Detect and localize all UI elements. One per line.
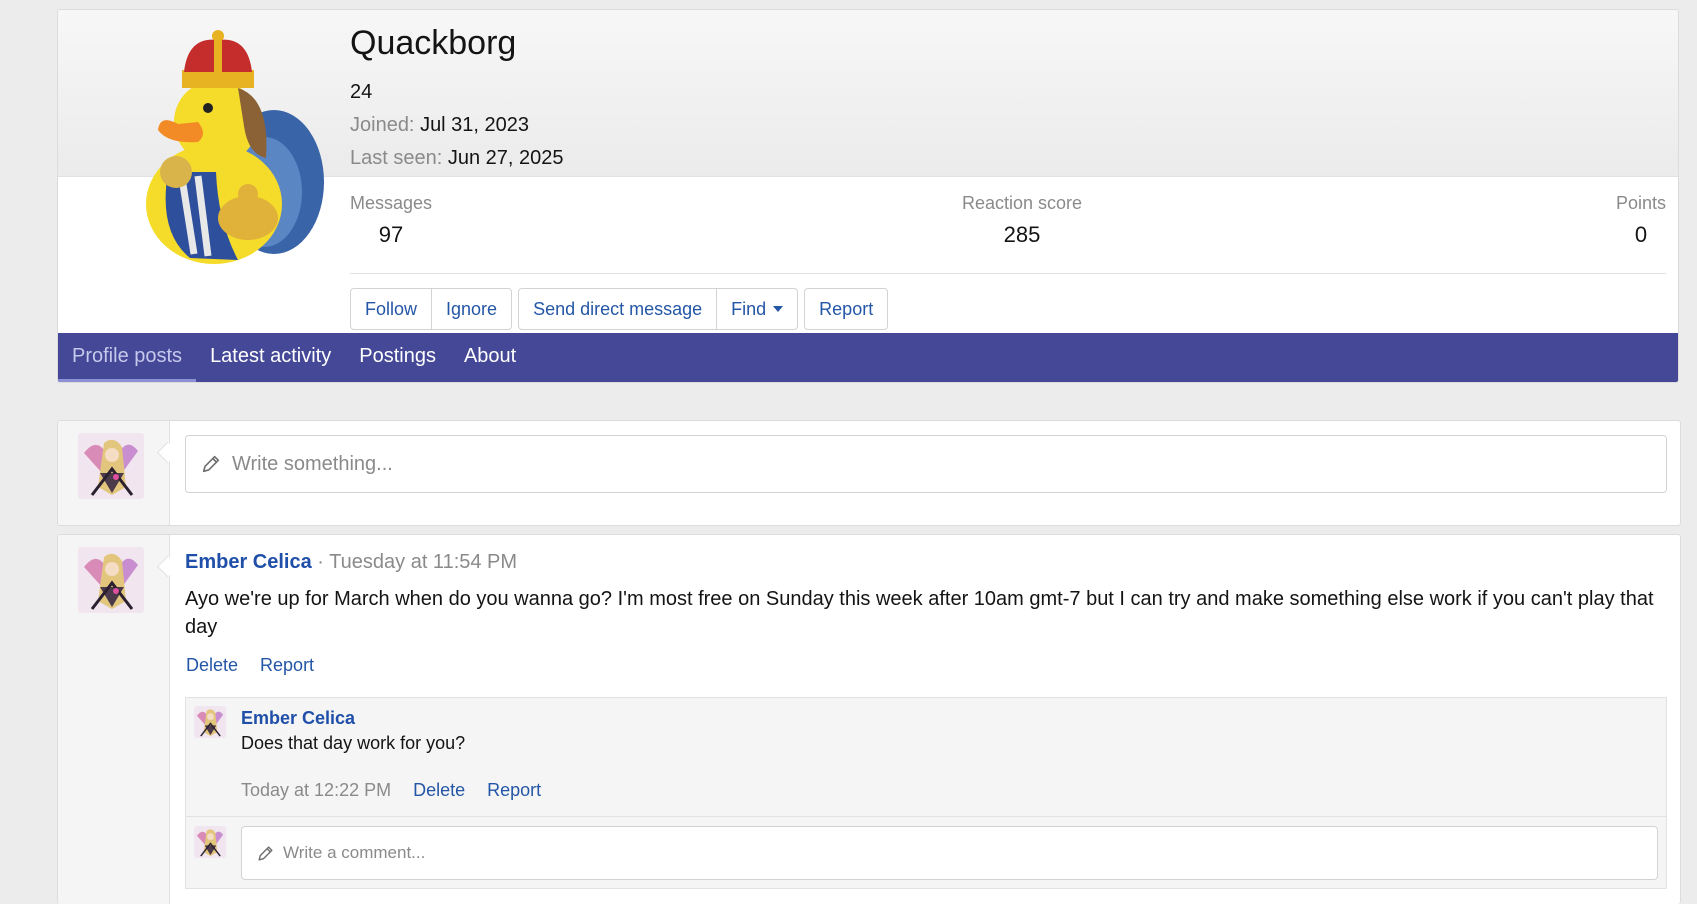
stat-reaction-value: 285	[1003, 222, 1041, 247]
profile-tabs: Profile posts Latest activity Postings A…	[58, 333, 1678, 382]
profile-header: Quackborg 24 Joined: Jul 31, 2023 Last s…	[57, 9, 1679, 383]
post-body: Ember Celica · Tuesday at 11:54 PM Ayo w…	[185, 547, 1667, 676]
comment-item: Ember Celica Does that day work for you?…	[186, 698, 1666, 817]
user-avatar-icon	[78, 433, 144, 499]
write-something-placeholder: Write something...	[232, 452, 393, 475]
profile-username: Quackborg	[350, 24, 517, 62]
joined-value: Jul 31, 2023	[420, 114, 530, 136]
stat-messages[interactable]: Messages 97	[350, 193, 432, 248]
comment-timestamp[interactable]: Today at 12:22 PM	[241, 780, 391, 801]
tab-about[interactable]: About	[450, 333, 530, 382]
profile-joined: Joined: Jul 31, 2023	[350, 114, 529, 137]
pencil-icon	[258, 845, 273, 861]
tab-postings[interactable]: Postings	[345, 333, 450, 382]
post-header: Ember Celica · Tuesday at 11:54 PM	[185, 547, 1667, 577]
tab-latest-activity[interactable]: Latest activity	[196, 333, 345, 382]
stat-reaction-label: Reaction score	[962, 193, 1083, 213]
comment-author-link[interactable]: Ember Celica	[241, 708, 355, 729]
post-delete-link[interactable]: Delete	[186, 655, 238, 676]
write-comment-input[interactable]: Write a comment...	[241, 826, 1658, 880]
post-report-link[interactable]: Report	[260, 655, 314, 676]
comment-delete-link[interactable]: Delete	[413, 780, 465, 801]
profile-actions: Follow Ignore Send direct message Find R…	[350, 288, 889, 330]
follow-ignore-group: Follow Ignore	[350, 288, 513, 330]
page: Quackborg 24 Joined: Jul 31, 2023 Last s…	[57, 9, 1681, 904]
ignore-button[interactable]: Ignore	[432, 289, 511, 329]
follow-button[interactable]: Follow	[351, 289, 433, 329]
message-find-group: Send direct message Find	[518, 288, 799, 330]
user-avatar-icon	[78, 547, 144, 613]
post-author-link[interactable]: Ember Celica	[185, 551, 312, 573]
post-timestamp[interactable]: Tuesday at 11:54 PM	[329, 551, 517, 573]
profile-last-seen: Last seen: Jun 27, 2025	[350, 147, 564, 170]
profile-user-title: 24	[350, 81, 373, 103]
user-avatar-icon	[194, 706, 226, 738]
report-profile-button[interactable]: Report	[805, 289, 887, 329]
comment-text: Does that day work for you?	[241, 733, 466, 753]
stat-points-value: 0	[1634, 222, 1648, 247]
pencil-icon	[202, 455, 220, 473]
post-text: Ayo we're up for March when do you wanna…	[185, 588, 1654, 638]
post-author-avatar[interactable]	[78, 547, 144, 613]
send-direct-message-button[interactable]: Send direct message	[519, 289, 718, 329]
post-separator: ·	[317, 551, 324, 573]
last-seen-value: Jun 27, 2025	[447, 147, 564, 169]
profile-post: Ember Celica · Tuesday at 11:54 PM Ayo w…	[57, 534, 1681, 904]
profile-post-composer: Write something...	[57, 420, 1681, 526]
last-seen-label: Last seen:	[350, 147, 443, 169]
write-comment-placeholder: Write a comment...	[283, 843, 426, 862]
write-something-input[interactable]: Write something...	[185, 435, 1667, 493]
comment-author-avatar[interactable]	[194, 706, 226, 738]
stat-reaction-score[interactable]: Reaction score 285	[962, 193, 1082, 248]
profile-avatar[interactable]	[98, 22, 358, 282]
post-actions: Delete Report	[185, 655, 1667, 676]
comments-section: Ember Celica Does that day work for you?…	[185, 697, 1667, 889]
stat-messages-value: 97	[378, 222, 404, 247]
find-label: Find	[731, 299, 767, 319]
caret-down-icon	[773, 306, 784, 312]
comment-actions: Today at 12:22 PM Delete Report	[241, 780, 541, 801]
stat-points-label: Points	[1615, 193, 1666, 213]
composer-avatar[interactable]	[78, 433, 144, 499]
stat-points[interactable]: Points 0	[1616, 193, 1666, 248]
report-group: Report	[804, 288, 889, 330]
comment-composer-avatar[interactable]	[194, 826, 226, 858]
tab-profile-posts[interactable]: Profile posts	[58, 333, 197, 382]
user-avatar-icon	[194, 826, 226, 858]
duck-king-avatar-icon	[146, 30, 324, 264]
comment-report-link[interactable]: Report	[487, 780, 541, 801]
find-dropdown-button[interactable]: Find	[717, 289, 797, 329]
joined-label: Joined:	[350, 114, 415, 136]
profile-stats: Messages 97 Reaction score 285 Points 0	[350, 193, 1666, 274]
stat-messages-label: Messages	[350, 193, 433, 213]
